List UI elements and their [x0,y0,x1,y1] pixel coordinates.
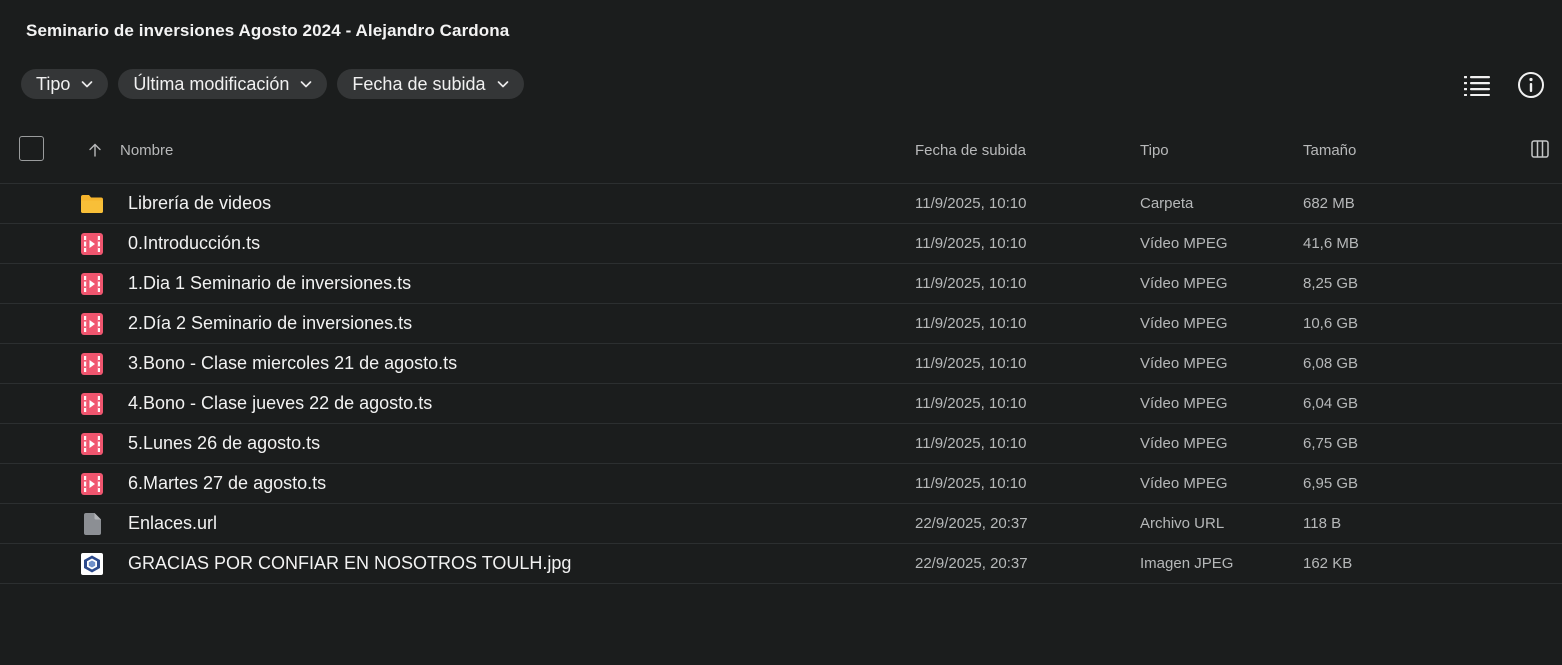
column-header-size[interactable]: Tamaño [1303,142,1356,159]
upload-date: 22/9/2025, 20:37 [915,515,1028,532]
upload-date: 11/9/2025, 10:10 [915,195,1027,212]
upload-date: 11/9/2025, 10:10 [915,315,1027,332]
table-row[interactable]: 4.Bono - Clase jueves 22 de agosto.ts 11/… [0,384,1562,424]
file-size: 6,75 GB [1303,435,1359,452]
file-type: Carpeta [1140,195,1194,212]
file-name[interactable]: 4.Bono - Clase jueves 22 de agosto.ts [128,393,432,414]
select-all-checkbox[interactable] [19,136,44,161]
arrow-up-icon[interactable] [87,142,103,158]
video-file-icon [80,352,104,376]
filter-last-modified-label: Última modificación [133,73,290,94]
file-type: Vídeo MPEG [1140,275,1228,292]
video-file-icon [80,272,104,296]
file-type: Vídeo MPEG [1140,315,1228,332]
file-type: Vídeo MPEG [1140,395,1228,412]
upload-date: 11/9/2025, 10:10 [915,235,1027,252]
file-name[interactable]: 2.Día 2 Seminario de inversiones.ts [128,313,412,334]
table-row[interactable]: 3.Bono - Clase miercoles 21 de agosto.ts… [0,344,1562,384]
chevron-down-icon [80,77,94,91]
table-row[interactable]: 0.Introducción.ts 11/9/2025, 10:10 Vídeo M… [0,224,1562,264]
column-header-type[interactable]: Tipo [1140,142,1169,159]
video-file-icon [80,432,104,456]
upload-date: 11/9/2025, 10:10 [915,275,1027,292]
file-name[interactable]: 0.Introducción.ts [128,233,260,254]
file-size: 118 B [1303,515,1342,532]
generic-file-icon [80,512,104,536]
file-size: 41,6 MB [1303,235,1359,252]
file-name[interactable]: Enlaces.url [128,513,217,534]
file-size: 682 MB [1303,195,1355,212]
file-type: Archivo URL [1140,515,1225,532]
file-size: 6,08 GB [1303,355,1359,372]
columns-icon[interactable] [1530,139,1550,159]
view-controls [1462,70,1546,100]
chevron-down-icon [496,77,510,91]
upload-date: 11/9/2025, 10:10 [915,395,1027,412]
file-name[interactable]: 1.Dia 1 Seminario de inversiones.ts [128,273,411,294]
file-size: 162 KB [1303,555,1353,572]
video-file-icon [80,312,104,336]
table-header: Nombre Fecha de subida Tipo Tamaño [0,118,1562,184]
column-header-name[interactable]: Nombre [120,142,173,159]
table-row[interactable]: 5.Lunes 26 de agosto.ts 11/9/2025, 10:10 V… [0,424,1562,464]
upload-date: 11/9/2025, 10:10 [915,475,1027,492]
filter-type-chip[interactable]: Tipo [21,69,109,99]
file-type: Vídeo MPEG [1140,435,1228,452]
table-row[interactable]: GRACIAS POR CONFIAR EN NOSOTROS TOULH.jp… [0,544,1562,584]
file-name[interactable]: GRACIAS POR CONFIAR EN NOSOTROS TOULH.jp… [128,553,571,574]
video-file-icon [80,472,104,496]
filter-bar: Tipo Última modificación Fecha de subida [21,69,524,99]
table-row[interactable]: Librería de videos 11/9/2025, 10:10 Carpet… [0,184,1562,224]
file-size: 6,04 GB [1303,395,1359,412]
file-name[interactable]: 5.Lunes 26 de agosto.ts [128,433,320,454]
file-name[interactable]: 6.Martes 27 de agosto.ts [128,473,326,494]
file-type: Imagen JPEG [1140,555,1234,572]
file-size: 8,25 GB [1303,275,1359,292]
file-name[interactable]: Librería de videos [128,193,271,214]
filter-upload-date-label: Fecha de subida [352,73,486,94]
file-name[interactable]: 3.Bono - Clase miercoles 21 de agosto.ts [128,353,457,374]
chevron-down-icon [299,77,313,91]
table-row[interactable]: Enlaces.url 22/9/2025, 20:37 Archivo URL 11… [0,504,1562,544]
file-size: 6,95 GB [1303,475,1359,492]
folder-icon [80,192,104,216]
file-list: Librería de videos 11/9/2025, 10:10 Carpet… [0,184,1562,584]
file-size: 10,6 GB [1303,315,1359,332]
folder-title: Seminario de inversiones Agosto 2024 - A… [26,21,510,40]
video-file-icon [80,392,104,416]
image-file-icon [80,552,104,576]
table-row[interactable]: 1.Dia 1 Seminario de inversiones.ts 11/9/… [0,264,1562,304]
info-icon[interactable] [1516,70,1546,100]
file-type: Vídeo MPEG [1140,235,1228,252]
upload-date: 22/9/2025, 20:37 [915,555,1028,572]
table-row[interactable]: 2.Día 2 Seminario de inversiones.ts 11/9/… [0,304,1562,344]
video-file-icon [80,232,104,256]
filter-upload-date-chip[interactable]: Fecha de subida [337,69,524,99]
filter-last-modified-chip[interactable]: Última modificación [118,69,328,99]
table-row[interactable]: 6.Martes 27 de agosto.ts 11/9/2025, 10:10… [0,464,1562,504]
list-view-icon[interactable] [1462,70,1492,100]
file-type: Vídeo MPEG [1140,355,1228,372]
file-type: Vídeo MPEG [1140,475,1228,492]
column-header-uploaded[interactable]: Fecha de subida [915,142,1026,159]
upload-date: 11/9/2025, 10:10 [915,355,1027,372]
upload-date: 11/9/2025, 10:10 [915,435,1027,452]
filter-type-label: Tipo [36,73,71,94]
